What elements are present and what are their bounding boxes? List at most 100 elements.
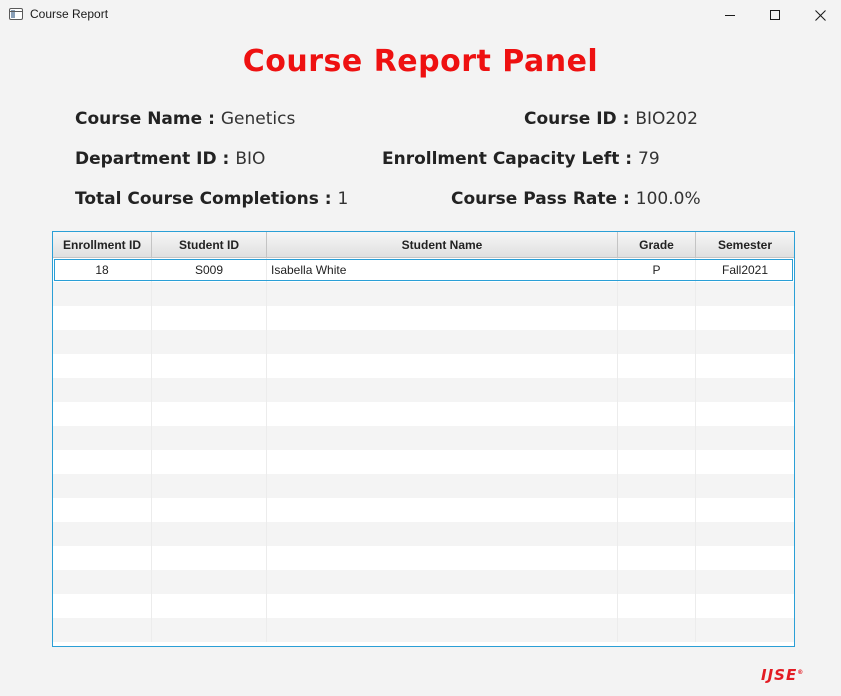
close-icon: [814, 9, 826, 21]
empty-table-row: [53, 618, 794, 642]
empty-cell: [696, 594, 794, 618]
empty-cell: [53, 330, 152, 354]
column-header-semester[interactable]: Semester: [696, 232, 794, 257]
window-title: Course Report: [30, 7, 109, 21]
maximize-button[interactable]: [752, 0, 798, 30]
empty-cell: [53, 282, 152, 306]
empty-table-row: [53, 354, 794, 378]
empty-cell: [152, 618, 267, 642]
completions-label: Total Course Completions :: [75, 189, 332, 209]
empty-cell: [696, 426, 794, 450]
page-title: Course Report Panel: [242, 44, 599, 79]
empty-cell: [152, 330, 267, 354]
empty-cell: [152, 402, 267, 426]
empty-cell: [267, 522, 618, 546]
empty-cell: [618, 378, 696, 402]
empty-cell: [696, 330, 794, 354]
empty-table-row: [53, 450, 794, 474]
course-id-value: BIO202: [635, 109, 698, 129]
empty-table-row: [53, 570, 794, 594]
empty-cell: [618, 426, 696, 450]
empty-cell: [267, 570, 618, 594]
empty-cell: [267, 282, 618, 306]
capacity-left-label: Enrollment Capacity Left :: [382, 149, 633, 169]
pass-rate-label: Course Pass Rate :: [451, 189, 630, 209]
empty-cell: [618, 354, 696, 378]
empty-cell: [696, 570, 794, 594]
minimize-icon: [725, 14, 735, 16]
empty-cell: [618, 498, 696, 522]
empty-cell: [152, 450, 267, 474]
empty-cell: [618, 570, 696, 594]
empty-cell: [267, 402, 618, 426]
empty-cell: [267, 330, 618, 354]
empty-cell: [618, 306, 696, 330]
enrollment-table[interactable]: Enrollment ID Student ID Student Name Gr…: [52, 231, 795, 647]
empty-cell: [267, 618, 618, 642]
table-row[interactable]: 18 S009 Isabella White P Fall2021: [53, 258, 794, 282]
empty-cell: [618, 546, 696, 570]
table-header: Enrollment ID Student ID Student Name Gr…: [53, 232, 794, 258]
column-header-student-name[interactable]: Student Name: [267, 232, 618, 257]
pass-rate-field: Course Pass Rate :100.0%: [451, 189, 701, 209]
empty-cell: [696, 378, 794, 402]
student-id-cell: S009: [152, 258, 267, 282]
course-name-label: Course Name :: [75, 109, 215, 129]
empty-cell: [53, 570, 152, 594]
empty-table-row: [53, 594, 794, 618]
empty-cell: [618, 474, 696, 498]
empty-cell: [152, 354, 267, 378]
empty-cell: [152, 522, 267, 546]
empty-cell: [267, 378, 618, 402]
title-bar: Course Report: [0, 0, 841, 30]
empty-cell: [696, 402, 794, 426]
capacity-left-value: 79: [638, 149, 660, 169]
empty-cell: [152, 570, 267, 594]
table-body: 18 S009 Isabella White P Fall2021: [53, 258, 794, 642]
student-name-cell: Isabella White: [267, 258, 618, 282]
department-id-field: Department ID : BIO: [75, 149, 265, 169]
empty-cell: [696, 306, 794, 330]
completions-field: Total Course Completions :1: [75, 189, 348, 209]
empty-cell: [618, 594, 696, 618]
empty-cell: [53, 378, 152, 402]
minimize-button[interactable]: [707, 0, 753, 30]
course-name-field: Course Name : Genetics: [75, 109, 295, 129]
empty-cell: [267, 546, 618, 570]
empty-cell: [152, 378, 267, 402]
empty-cell: [267, 498, 618, 522]
empty-cell: [267, 594, 618, 618]
column-header-enrollment-id[interactable]: Enrollment ID: [53, 232, 152, 257]
empty-cell: [618, 282, 696, 306]
empty-cell: [152, 594, 267, 618]
empty-table-row: [53, 474, 794, 498]
empty-table-row: [53, 282, 794, 306]
empty-cell: [267, 306, 618, 330]
grade-cell: P: [618, 258, 696, 282]
empty-cell: [618, 330, 696, 354]
column-header-student-id[interactable]: Student ID: [152, 232, 267, 257]
empty-cell: [53, 306, 152, 330]
empty-cell: [696, 618, 794, 642]
empty-table-row: [53, 522, 794, 546]
department-id-value: BIO: [235, 149, 266, 169]
close-button[interactable]: [797, 0, 841, 30]
empty-cell: [53, 402, 152, 426]
empty-cell: [696, 522, 794, 546]
empty-cell: [53, 474, 152, 498]
empty-cell: [53, 546, 152, 570]
empty-cell: [53, 594, 152, 618]
empty-cell: [618, 402, 696, 426]
empty-cell: [696, 546, 794, 570]
empty-cell: [152, 306, 267, 330]
semester-cell: Fall2021: [721, 263, 769, 277]
empty-cell: [53, 450, 152, 474]
maximize-icon: [770, 10, 780, 20]
logo-text: IJSE: [761, 666, 798, 684]
empty-cell: [618, 618, 696, 642]
empty-cell: [267, 450, 618, 474]
empty-cell: [267, 354, 618, 378]
column-header-grade[interactable]: Grade: [618, 232, 696, 257]
empty-table-row: [53, 378, 794, 402]
empty-table-row: [53, 498, 794, 522]
